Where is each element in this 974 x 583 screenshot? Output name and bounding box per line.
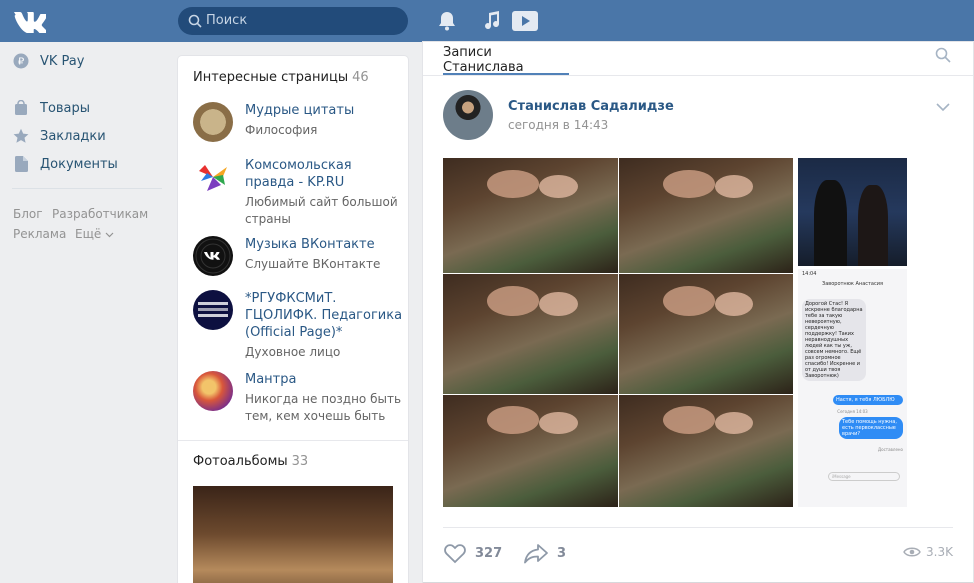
share-button[interactable]: 3: [523, 542, 566, 564]
tab-divider: [423, 75, 973, 76]
chevron-down-icon[interactable]: [935, 101, 951, 113]
chat-timestamp: Сегодня 14:03: [837, 409, 868, 414]
ruble-icon: ₽: [12, 52, 30, 70]
post-photo[interactable]: [443, 274, 618, 394]
bell-icon[interactable]: [435, 10, 459, 32]
photo-albums-title: Фотоальбомы: [193, 454, 288, 469]
views-counter: 3.3K: [903, 545, 953, 559]
share-icon: [524, 544, 548, 564]
interesting-pages-header[interactable]: Интересные страницы 46: [193, 70, 369, 85]
page-description: Любимый сайт большой страны: [245, 195, 398, 226]
post-photo[interactable]: [619, 274, 793, 394]
footer-link-blog[interactable]: Блог: [13, 207, 43, 221]
page-name[interactable]: Музыка ВКонтакте: [245, 236, 405, 253]
music-icon[interactable]: [480, 10, 504, 32]
avatar[interactable]: [193, 371, 233, 411]
wall-panel: Записи Станислава Станислав Садалидзе се…: [423, 42, 973, 582]
group-logo-icon: [198, 302, 228, 317]
avatar[interactable]: [443, 90, 493, 140]
post-photo[interactable]: [798, 158, 907, 266]
like-button[interactable]: 327: [443, 542, 502, 564]
avatar[interactable]: [193, 102, 233, 142]
bag-icon: [12, 99, 30, 117]
video-icon[interactable]: [512, 10, 538, 32]
chat-message-out: Настя, я тебя ЛЮБЛЮ: [833, 395, 903, 405]
top-header: Поиск: [0, 0, 974, 42]
avatar[interactable]: [193, 157, 233, 197]
chat-input: iMessage: [828, 472, 900, 481]
post-author[interactable]: Станислав Садалидзе: [508, 99, 674, 114]
page-name[interactable]: Мантра: [245, 371, 405, 388]
chevron-down-icon: [105, 232, 114, 238]
search-input[interactable]: Поиск: [206, 13, 247, 28]
search-bar[interactable]: Поиск: [178, 7, 408, 35]
footer-link-ads[interactable]: Реклама: [13, 227, 66, 241]
vk-logo-icon[interactable]: [12, 9, 46, 33]
sidebar-item-label: VK Pay: [40, 53, 85, 69]
share-count: 3: [557, 545, 567, 561]
panel-divider: [178, 440, 408, 441]
footer-link-developers[interactable]: Разработчикам: [52, 207, 148, 221]
sidebar-item-goods[interactable]: Товары: [12, 98, 90, 118]
search-icon[interactable]: [935, 47, 951, 63]
search-icon: [188, 14, 202, 28]
vk-music-logo-icon: [195, 238, 231, 274]
post-photo-screenshot[interactable]: 14:04 Заворотнюк Анастасия Дорогой Стас!…: [798, 269, 907, 507]
sidebar-item-label: Товары: [40, 100, 91, 116]
photo-albums-header[interactable]: Фотоальбомы 33: [193, 454, 308, 469]
avatar[interactable]: [193, 290, 233, 330]
photo-albums-count: 33: [291, 454, 309, 469]
post-photo[interactable]: [619, 395, 793, 507]
sidebar-item-label: Закладки: [40, 128, 106, 144]
chat-message-out: Тебе помощь нужна, есть первоклассные вр…: [839, 417, 903, 439]
interesting-pages-title: Интересные страницы: [193, 70, 349, 85]
star-icon: [12, 127, 30, 145]
page-name[interactable]: Комсомольская правда - KP.RU: [245, 157, 405, 191]
chat-time: 14:04: [802, 271, 817, 277]
footer-link-more[interactable]: Ещё: [75, 227, 114, 241]
interesting-pages-panel: Интересные страницы 46 Мудрые цитаты Фило…: [178, 56, 408, 583]
page-name[interactable]: Мудрые цитаты: [245, 102, 405, 119]
chat-contact: Заворотнюк Анастасия: [822, 281, 883, 287]
post-divider: [443, 527, 953, 528]
heart-icon: [444, 544, 466, 564]
views-count: 3.3K: [926, 545, 953, 559]
post-photo[interactable]: [443, 395, 618, 507]
tab-label: Записи Станислава: [443, 45, 524, 75]
sidebar-item-label: Документы: [40, 156, 118, 172]
sidebar-item-bookmarks[interactable]: Закладки: [12, 126, 106, 146]
svg-text:₽: ₽: [18, 57, 25, 68]
post-photos: 14:04 Заворотнюк Анастасия Дорогой Стас!…: [443, 158, 908, 507]
post-photo[interactable]: [443, 158, 618, 273]
chat-delivered: Доставлено: [878, 447, 903, 452]
post-photo[interactable]: [619, 158, 793, 273]
page-description: Духовное лицо: [245, 345, 341, 359]
sidebar-divider: [12, 188, 162, 189]
page-description: Философия: [245, 123, 318, 137]
page-description: Слушайте ВКонтакте: [245, 257, 381, 271]
bird-logo-icon: [199, 165, 227, 191]
sidebar-item-vkpay[interactable]: ₽ VK Pay: [12, 51, 84, 71]
tab-wall-posts[interactable]: Записи Станислава: [443, 42, 569, 75]
album-cover[interactable]: [193, 486, 393, 583]
page-name[interactable]: *РГУФКСМиТ. ГЦОЛИФК. Педагогика (Officia…: [245, 290, 405, 341]
interesting-pages-count: 46: [352, 70, 369, 85]
eye-icon: [903, 547, 921, 557]
footer-more-label: Ещё: [75, 227, 102, 241]
post-time[interactable]: сегодня в 14:43: [508, 118, 608, 132]
chat-message-in: Дорогой Стас! Я искренне благодарна тебе…: [802, 299, 866, 381]
sidebar-item-documents[interactable]: Документы: [12, 154, 118, 174]
like-count: 327: [475, 545, 503, 561]
page-description: Никогда не поздно быть тем, кем хочешь б…: [245, 392, 402, 423]
avatar[interactable]: [193, 236, 233, 276]
document-icon: [12, 155, 30, 173]
